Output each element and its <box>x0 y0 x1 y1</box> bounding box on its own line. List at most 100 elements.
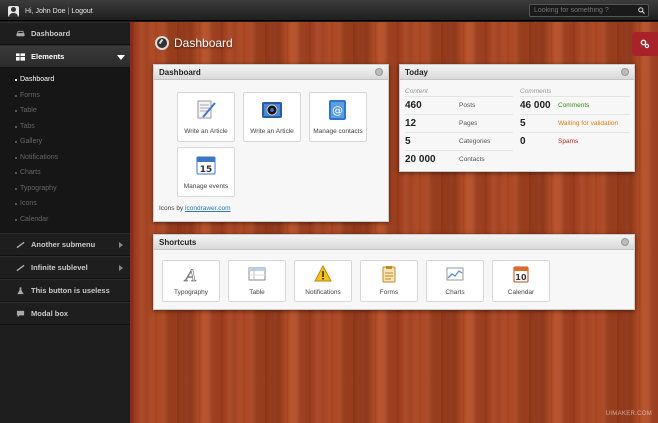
shortcut-label: Table <box>249 289 265 296</box>
page-title-text: Dashboard <box>174 36 233 50</box>
settings-button[interactable] <box>632 32 658 56</box>
collapse-icon[interactable] <box>621 238 629 246</box>
submenu-item-charts[interactable]: Charts <box>0 165 130 181</box>
submenu-item-gallery[interactable]: Gallery <box>0 134 130 150</box>
stat-value: 5 <box>520 117 526 129</box>
camera-icon <box>262 102 282 118</box>
credit-link[interactable]: icondrawer.com <box>185 205 231 212</box>
speedometer-icon <box>155 36 169 50</box>
write-icon <box>197 100 216 119</box>
stat-value: 5 <box>405 135 411 147</box>
separator: | <box>67 7 70 15</box>
stat-row: 20 000 Contacts <box>405 150 513 167</box>
sidebar-item-label: Elements <box>31 52 65 61</box>
chevron-down-icon <box>117 55 125 60</box>
brush-icon <box>16 241 25 248</box>
shortcut-calendar[interactable]: 10 Calendar <box>492 260 550 302</box>
shortcut-typography[interactable]: A Typography <box>162 260 220 302</box>
stat-row: 5 Waiting for validation <box>520 114 630 131</box>
shortcut-label: Typography <box>174 289 208 296</box>
submenu-item-dashboard[interactable]: Dashboard <box>0 72 130 88</box>
tile-label: Manage contacts <box>313 128 363 135</box>
stat-label: Categories <box>459 137 491 145</box>
stat-value: 12 <box>405 117 417 129</box>
tile-label: Manage events <box>183 183 229 190</box>
user-area: Hi, John Doe | Logout <box>8 5 93 17</box>
shortcut-notifications[interactable]: Notifications <box>294 260 352 302</box>
tile-label: Write an Article <box>184 128 228 135</box>
submenu-item-tabs[interactable]: Tabs <box>0 119 130 135</box>
shortcut-label: Forms <box>379 289 399 296</box>
submenu-item-icons[interactable]: Icons <box>0 196 130 212</box>
search-box[interactable] <box>529 4 649 17</box>
dashboard-panel: Dashboard Write an Article Write an Arti… <box>153 64 389 222</box>
collapse-icon[interactable] <box>621 68 629 76</box>
sidebar: Dashboard Elements Dashboard Forms Table… <box>0 22 130 423</box>
chart-icon <box>446 267 464 281</box>
submenu: Dashboard Forms Table Tabs Gallery Notif… <box>0 68 130 233</box>
table-icon <box>248 267 266 281</box>
sidebar-item-infinite-sublevel[interactable]: Infinite sublevel <box>0 256 130 279</box>
search-icon[interactable] <box>638 7 645 14</box>
tile-manage-contacts[interactable]: @ Manage contacts <box>309 92 367 142</box>
tile-manage-events[interactable]: 15 Manage events <box>177 147 235 197</box>
tile-write-article-photo[interactable]: Write an Article <box>243 92 301 142</box>
gear-icon <box>640 39 650 49</box>
main-content: Dashboard Dashboard Write an Article Wri… <box>133 22 658 423</box>
sidebar-item-label: This button is useless <box>31 286 110 295</box>
typography-icon: A <box>183 266 197 286</box>
stat-row: 12 Pages <box>405 114 513 131</box>
comment-icon <box>16 310 25 317</box>
shortcut-forms[interactable]: Forms <box>360 260 418 302</box>
shortcut-charts[interactable]: Charts <box>426 260 484 302</box>
svg-text:A: A <box>183 266 197 283</box>
car-icon <box>16 30 25 36</box>
shortcut-table[interactable]: Table <box>228 260 286 302</box>
sidebar-item-modal-box[interactable]: Modal box <box>0 302 130 325</box>
stat-label[interactable]: Waiting for validation <box>558 120 618 127</box>
panel-title: Today <box>405 68 428 77</box>
stat-label: Pages <box>459 119 478 127</box>
sidebar-item-dashboard[interactable]: Dashboard <box>0 22 130 45</box>
collapse-icon[interactable] <box>375 68 383 76</box>
stat-label: Contacts <box>459 155 485 163</box>
chevron-right-icon <box>119 265 123 271</box>
stat-label[interactable]: Comments <box>558 102 589 109</box>
submenu-item-forms[interactable]: Forms <box>0 88 130 104</box>
stat-value: 20 000 <box>405 153 436 165</box>
top-bar: Hi, John Doe | Logout <box>0 0 658 21</box>
stat-row: 0 Spams <box>520 132 630 149</box>
stat-row: 460 Posts <box>405 96 513 113</box>
submenu-item-notifications[interactable]: Notifications <box>0 150 130 166</box>
sidebar-item-label: Dashboard <box>31 29 71 38</box>
icons-credit: Icons by icondrawer.com <box>159 205 231 212</box>
panel-header: Today <box>400 65 634 80</box>
sidebar-item-elements[interactable]: Elements <box>0 45 130 68</box>
stat-label: Posts <box>459 101 476 109</box>
stat-value: 460 <box>405 99 422 111</box>
warning-icon <box>314 264 332 282</box>
page-title: Dashboard <box>155 36 233 50</box>
stat-row: 5 Categories <box>405 132 513 149</box>
logout-link[interactable]: Logout <box>71 8 92 15</box>
shortcut-label: Charts <box>445 289 465 296</box>
brush-icon <box>16 264 25 271</box>
stat-label[interactable]: Spams <box>558 138 578 145</box>
forms-icon <box>382 266 396 283</box>
panel-header: Shortcuts <box>154 235 634 250</box>
submenu-item-calendar[interactable]: Calendar <box>0 212 130 228</box>
calendar-icon: 10 <box>513 266 529 283</box>
submenu-item-table[interactable]: Table <box>0 103 130 119</box>
shortcut-label: Calendar <box>507 289 535 296</box>
sidebar-item-useless-button[interactable]: This button is useless <box>0 279 130 302</box>
search-input[interactable] <box>534 7 634 14</box>
calendar-day: 10 <box>515 273 527 282</box>
brand-watermark: UIMAKER.COM <box>605 411 652 417</box>
tile-label: Write an Article <box>250 128 294 135</box>
shortcut-label: Notifications <box>305 289 341 296</box>
user-name-link[interactable]: John Doe <box>36 8 66 15</box>
shortcuts-panel: Shortcuts A Typography Table Notificatio… <box>153 234 635 310</box>
sidebar-item-another-submenu[interactable]: Another submenu <box>0 233 130 256</box>
tile-write-article[interactable]: Write an Article <box>177 92 235 142</box>
submenu-item-typography[interactable]: Typography <box>0 181 130 197</box>
